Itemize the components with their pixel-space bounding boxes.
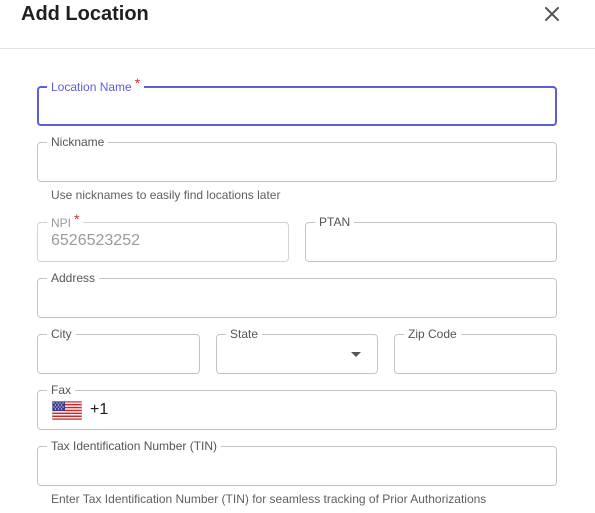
dropdown-caret-icon[interactable] [351, 352, 361, 357]
nickname-helper-text: Use nicknames to easily find locations l… [51, 188, 281, 202]
tin-helper-text: Enter Tax Identification Number (TIN) fo… [51, 492, 487, 506]
zip-code-field[interactable]: Zip Code [394, 326, 557, 374]
dialog-title: Add Location [21, 3, 149, 25]
required-asterisk: * [134, 75, 141, 91]
city-label: City [47, 326, 76, 342]
city-field[interactable]: City [37, 326, 200, 374]
required-asterisk: * [74, 211, 80, 227]
us-flag-icon[interactable] [52, 401, 82, 420]
npi-value: 6526523252 [51, 232, 140, 249]
ptan-label: PTAN [315, 214, 355, 230]
nickname-field[interactable]: Nickname [37, 134, 557, 182]
location-name-label: Location Name * [47, 75, 145, 95]
zip-code-label: Zip Code [404, 326, 461, 342]
dialog-header: Add Location [0, 0, 595, 49]
state-label: State [226, 326, 263, 342]
nickname-label: Nickname [47, 134, 109, 150]
location-name-field[interactable]: Location Name * [37, 75, 557, 126]
tin-field[interactable]: Tax Identification Number (TIN) [37, 438, 557, 486]
address-field[interactable]: Address [37, 270, 557, 318]
ptan-field[interactable]: PTAN [305, 214, 557, 262]
fax-field[interactable]: Fax +1 [37, 382, 557, 430]
address-label: Address [47, 270, 100, 286]
fax-dial-code: +1 [90, 401, 109, 418]
close-icon[interactable] [541, 3, 563, 25]
fax-label: Fax [47, 382, 76, 398]
npi-label: NPI * [47, 211, 84, 231]
npi-field: NPI * 6526523252 [37, 211, 289, 262]
tin-label: Tax Identification Number (TIN) [47, 438, 222, 454]
state-select[interactable]: State [216, 326, 378, 374]
